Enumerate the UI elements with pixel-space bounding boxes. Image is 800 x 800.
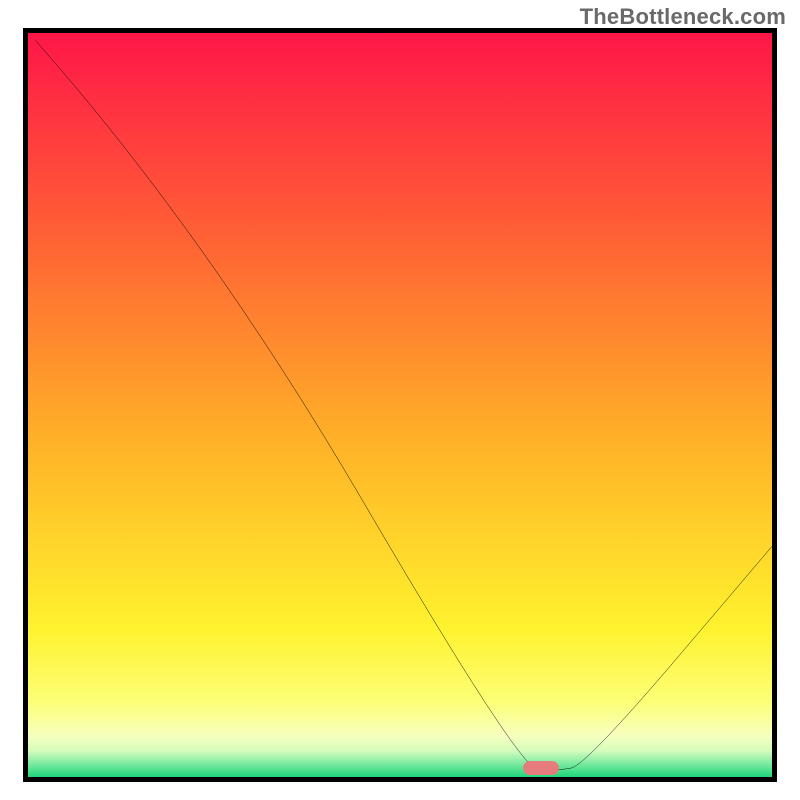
bottleneck-curve: [28, 33, 772, 777]
chart-container: TheBottleneck.com: [0, 0, 800, 800]
plot-frame: [23, 28, 777, 782]
plot-area: [28, 33, 772, 777]
recommended-marker: [523, 761, 559, 775]
watermark-text: TheBottleneck.com: [580, 4, 786, 30]
